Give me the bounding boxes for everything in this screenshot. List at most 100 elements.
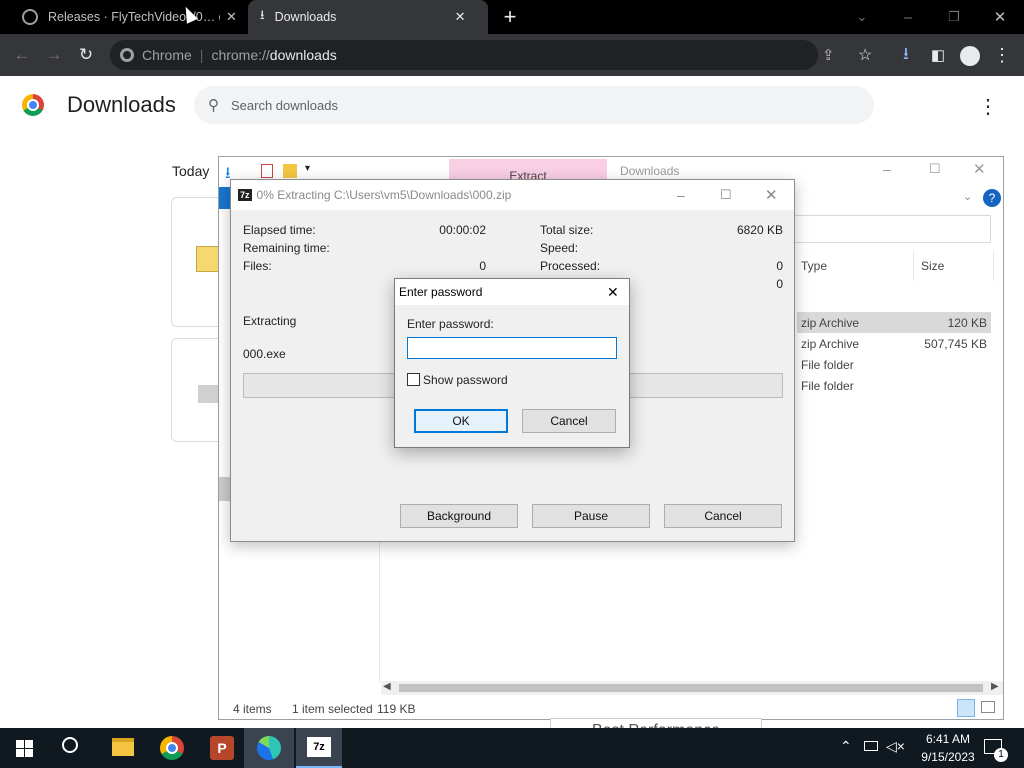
reload-icon[interactable]: ↻ [72, 41, 100, 69]
scrollbar-thumb[interactable] [399, 684, 983, 692]
column-header-size[interactable]: Size [921, 259, 944, 273]
compressed-value: 0 [776, 277, 783, 291]
side-panel-icon[interactable]: ◧ [924, 41, 952, 69]
more-actions-icon[interactable]: ⋮ [978, 94, 998, 119]
pause-button[interactable]: Pause [532, 504, 650, 528]
clock-date[interactable]: 9/15/2023 [908, 750, 988, 764]
sevenzip-icon: 7z [238, 189, 252, 201]
file-explorer-icon[interactable] [112, 738, 134, 756]
search-downloads-input[interactable]: ⚲ Search downloads [194, 86, 874, 124]
row-type: zip Archive [801, 337, 860, 351]
header-divider [913, 251, 914, 281]
sevenzip-taskbar-icon: 7z [307, 737, 331, 757]
download-icon: ⭳ [260, 7, 265, 22]
powerpoint-icon[interactable]: P [210, 736, 234, 760]
processed-label: Processed: [540, 259, 601, 273]
table-row[interactable]: zip Archive 507,745 KB [797, 333, 991, 354]
background-button[interactable]: Background [400, 504, 518, 528]
sevenzip-close-icon[interactable]: ✕ [765, 186, 778, 204]
github-icon [22, 9, 38, 25]
date-section-label: Today [172, 163, 210, 179]
chrome-icon [120, 48, 134, 62]
details-view-icon[interactable] [957, 699, 975, 717]
restore-icon[interactable]: ❐ [940, 3, 968, 31]
setup-file-icon [198, 385, 218, 403]
row-type: File folder [801, 379, 854, 393]
files-value: 0 [479, 259, 486, 273]
tab-bar: Releases · FlyTechVideos/0… exe ✕ ⭳ Down… [0, 0, 1024, 34]
sevenzip-minimize-icon[interactable]: – [677, 187, 685, 203]
forward-icon[interactable]: → [40, 41, 68, 69]
explorer-minimize-icon[interactable]: – [883, 161, 891, 177]
header-divider [993, 251, 994, 281]
explorer-close-icon[interactable]: ✕ [973, 160, 986, 178]
row-size: 507,745 KB [924, 337, 987, 351]
total-size-label: Total size: [540, 223, 594, 237]
downloads-toolbar-icon[interactable]: ⭳ [892, 41, 920, 69]
cancel-extraction-button[interactable]: Cancel [664, 504, 782, 528]
back-icon[interactable]: ← [8, 41, 36, 69]
clock-time[interactable]: 6:41 AM [918, 732, 978, 746]
large-icons-view-icon[interactable] [981, 701, 995, 713]
bookmark-star-icon[interactable]: ☆ [858, 45, 872, 65]
edge-taskbar-slot[interactable] [244, 728, 294, 768]
row-type: File folder [801, 358, 854, 372]
cancel-button[interactable]: Cancel [522, 409, 616, 433]
edge-icon [257, 736, 281, 760]
close-tab-icon[interactable]: ✕ [455, 9, 466, 25]
password-input[interactable] [407, 337, 617, 359]
horizontal-scrollbar[interactable]: ◀ ▶ [381, 681, 1003, 695]
show-password-label: Show password [423, 373, 508, 387]
elapsed-time-label: Elapsed time: [243, 223, 316, 237]
ok-button[interactable]: OK [414, 409, 508, 433]
sevenzip-title: 0% Extracting C:\Users\vm5\Downloads\000… [256, 188, 512, 202]
notification-count-badge: 1 [994, 748, 1008, 762]
taskbar: P 7z ⌃ ◁× 6:41 AM 9/15/2023 1 [0, 728, 1024, 768]
tab-releases[interactable]: Releases · FlyTechVideos/0… exe ✕ [10, 0, 246, 34]
row-size: 120 KB [947, 316, 987, 330]
table-row[interactable]: zip Archive 120 KB [797, 312, 991, 333]
new-folder-icon[interactable] [283, 164, 297, 178]
search-taskbar-icon[interactable] [62, 737, 78, 753]
sevenzip-taskbar-slot[interactable]: 7z [296, 728, 342, 768]
password-dialog-close-icon[interactable]: ✕ [607, 284, 619, 301]
ribbon-expand-icon[interactable]: ⌄ [963, 190, 972, 203]
share-icon[interactable]: ⇪ [822, 46, 835, 64]
browser-menu-icon[interactable]: ⋮ [988, 41, 1016, 69]
properties-icon[interactable] [261, 164, 273, 178]
table-row[interactable]: File folder [797, 375, 991, 396]
password-dialog-titlebar: Enter password ✕ [395, 279, 629, 305]
explorer-title: Downloads [620, 164, 680, 178]
password-dialog: Enter password ✕ Enter password: Show pa… [394, 278, 630, 448]
omnibox[interactable]: Chrome | chrome:// downloads ⇪ ☆ [110, 40, 872, 70]
new-tab-icon[interactable]: + [496, 3, 524, 31]
tab-downloads[interactable]: ⭳ Downloads ✕ [248, 0, 488, 34]
show-hidden-icons-icon[interactable]: ⌃ [840, 738, 852, 755]
volume-icon[interactable]: ◁× [886, 738, 905, 755]
explorer-maximize-icon[interactable]: ☐ [929, 161, 941, 177]
current-file-name: 000.exe [243, 347, 286, 361]
tab-search-icon[interactable]: ⌄ [848, 3, 876, 31]
scroll-left-icon[interactable]: ◀ [383, 681, 391, 692]
help-icon[interactable]: ? [983, 189, 1001, 207]
network-icon[interactable] [864, 741, 878, 751]
extracting-label: Extracting [243, 314, 297, 328]
explorer-search-box[interactable] [793, 215, 991, 243]
windows-start-icon[interactable] [16, 740, 33, 757]
table-row[interactable]: File folder [797, 354, 991, 375]
sevenzip-maximize-icon[interactable]: ☐ [720, 187, 732, 203]
column-header-type[interactable]: Type [801, 259, 827, 273]
password-dialog-title: Enter password [399, 285, 483, 299]
status-size: 119 KB [377, 702, 416, 716]
minimize-icon[interactable]: – [894, 3, 922, 31]
omnibox-scheme: chrome:// [211, 47, 270, 63]
close-window-icon[interactable]: ✕ [986, 3, 1014, 31]
search-icon: ⚲ [208, 97, 219, 114]
close-tab-icon[interactable]: ✕ [226, 9, 237, 25]
chrome-taskbar-icon[interactable] [160, 736, 184, 760]
profile-avatar[interactable] [960, 46, 980, 66]
qat-dropdown-icon[interactable]: ▾ [305, 163, 310, 174]
show-password-checkbox[interactable] [407, 373, 420, 386]
scroll-right-icon[interactable]: ▶ [991, 681, 999, 692]
total-size-value: 6820 KB [736, 223, 783, 237]
